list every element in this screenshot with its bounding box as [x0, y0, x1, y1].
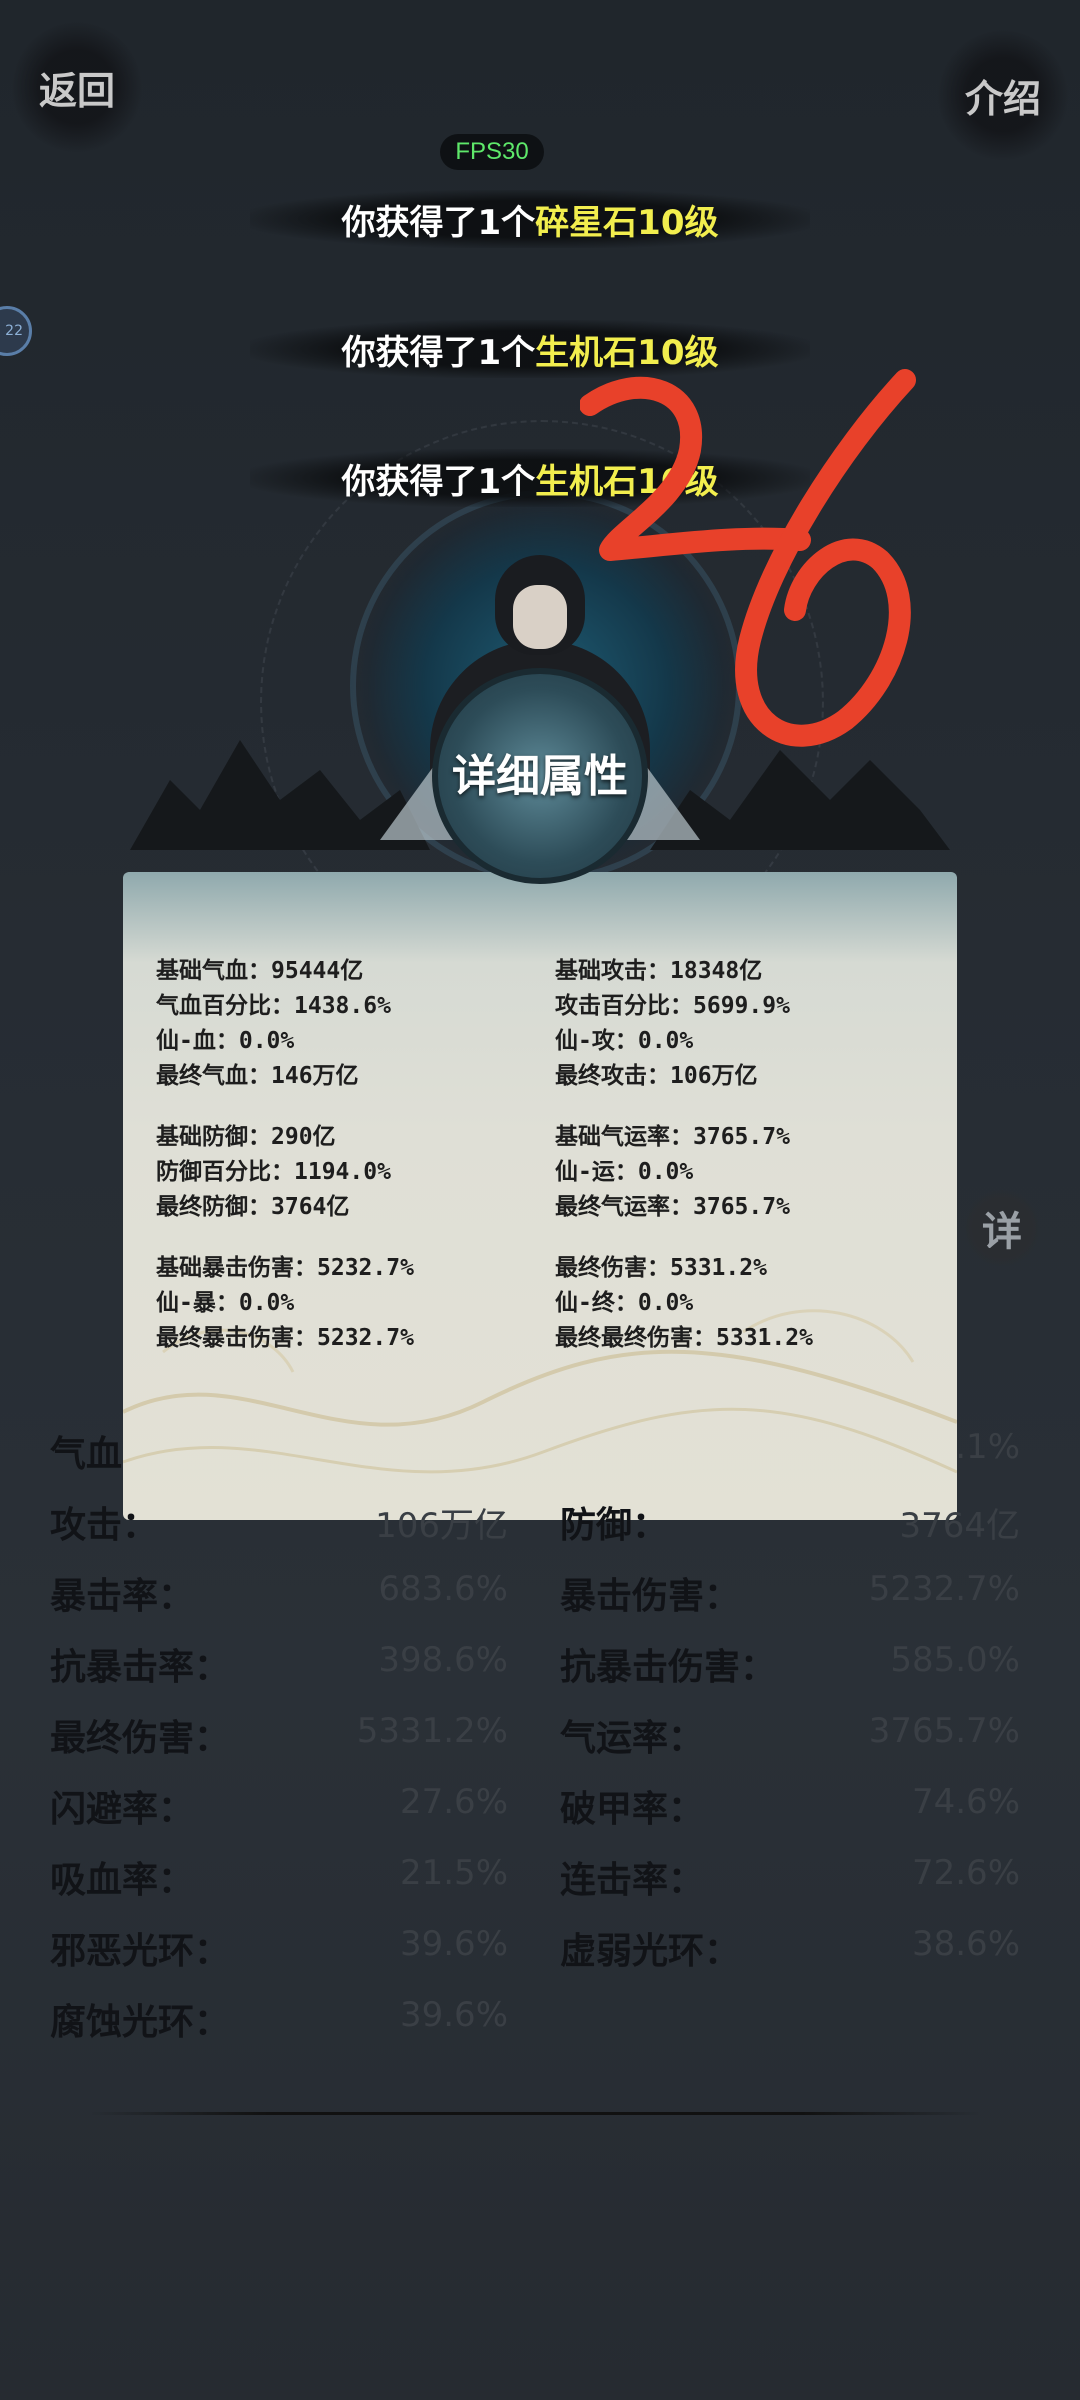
- character-face: [513, 585, 567, 649]
- fps-counter: FPS30: [440, 134, 544, 170]
- attr-line: 最终最终伤害：5331.2%: [555, 1325, 813, 1351]
- stat-label: 闪避率：: [50, 1789, 195, 1830]
- attr-line: 基础攻击：18348亿: [555, 958, 763, 984]
- stat-value: 3764亿: [899, 1506, 1020, 1546]
- stat-value: 398.6%: [378, 1640, 508, 1680]
- stat-label: 邪恶光环：: [50, 1931, 231, 1972]
- stat-label: 抗暴击伤害：: [560, 1647, 777, 1688]
- stat-label: 腐蚀光环：: [50, 2002, 231, 2043]
- attr-line: 仙-血：0.0%: [156, 1028, 295, 1054]
- stat-label: 吸血率：: [50, 1860, 195, 1901]
- attr-line: 攻击百分比：5699.9%: [555, 993, 790, 1019]
- stat-value: 5331.2%: [356, 1711, 508, 1751]
- attr-line: 最终防御：3764亿: [156, 1194, 350, 1220]
- panel-title-orb: 详细属性: [432, 668, 648, 884]
- stat-label: 最终伤害：: [50, 1718, 231, 1759]
- stat-label: 气运率：: [560, 1718, 705, 1759]
- stat-value: 74.6%: [911, 1782, 1020, 1822]
- attr-line: 最终伤害：5331.2%: [555, 1255, 767, 1281]
- stat-label: 破甲率：: [560, 1789, 705, 1830]
- attr-line: 基础气血：95444亿: [156, 958, 364, 984]
- back-button[interactable]: 返回: [12, 22, 142, 152]
- attr-line: 最终暴击伤害：5232.7%: [156, 1325, 414, 1351]
- stat-label: 连击率：: [560, 1860, 705, 1901]
- stat-label: 抗暴击率：: [50, 1647, 231, 1688]
- attr-line: 基础暴击伤害：5232.7%: [156, 1255, 414, 1281]
- stat-value: 39.6%: [399, 1924, 508, 1964]
- stat-value: 3765.7%: [868, 1711, 1020, 1751]
- stat-value: 683.6%: [378, 1569, 508, 1609]
- stat-label: 暴击伤害：: [560, 1576, 741, 1617]
- attr-line: 仙-攻：0.0%: [555, 1028, 694, 1054]
- side-chip[interactable]: 22: [0, 306, 32, 356]
- attributes-left-column: 基础气血：95444亿 气血百分比：1438.6% 仙-血：0.0% 最终气血：…: [156, 954, 536, 1382]
- stat-value: 21.5%: [399, 1853, 508, 1893]
- reward-notice: 你获得了1个 生机石10级: [250, 449, 810, 507]
- attr-line: 最终攻击：106万亿: [555, 1063, 758, 1089]
- stat-value: 106万亿: [375, 1506, 508, 1546]
- attr-line: 防御百分比：1194.0%: [156, 1159, 391, 1185]
- stat-value: 5232.7%: [868, 1569, 1020, 1609]
- detail-button[interactable]: 详: [964, 1190, 1040, 1266]
- reward-notice: 你获得了1个 生机石10级: [250, 320, 810, 378]
- attr-line: 仙-暴：0.0%: [156, 1290, 295, 1316]
- stat-label: 防御：: [560, 1505, 669, 1546]
- attr-line: 仙-终：0.0%: [555, 1290, 694, 1316]
- attr-line: 基础防御：290亿: [156, 1124, 336, 1150]
- stat-value: 38.6%: [911, 1924, 1020, 1964]
- stat-value: .1%: [955, 1427, 1020, 1467]
- stat-value: 39.6%: [399, 1995, 508, 2035]
- section-divider: [90, 2112, 980, 2115]
- attr-line: 仙-运：0.0%: [555, 1159, 694, 1185]
- stat-label: 虚弱光环：: [560, 1931, 741, 1972]
- attr-line: 最终气运率：3765.7%: [555, 1194, 790, 1220]
- stat-value: 585.0%: [890, 1640, 1020, 1680]
- stat-value: 27.6%: [399, 1782, 508, 1822]
- attr-line: 基础气运率：3765.7%: [555, 1124, 790, 1150]
- stat-value: 72.6%: [911, 1853, 1020, 1893]
- panel-title: 详细属性: [452, 751, 628, 802]
- reward-notice: 你获得了1个 碎星石10级: [250, 190, 810, 248]
- intro-button[interactable]: 介绍: [938, 30, 1068, 160]
- stat-label: 暴击率：: [50, 1576, 195, 1617]
- detail-attributes-panel: 基础气血：95444亿 气血百分比：1438.6% 仙-血：0.0% 最终气血：…: [123, 872, 957, 1520]
- stat-label: 攻击：: [50, 1505, 159, 1546]
- attr-line: 气血百分比：1438.6%: [156, 993, 391, 1019]
- attributes-right-column: 基础攻击：18348亿 攻击百分比：5699.9% 仙-攻：0.0% 最终攻击：…: [555, 954, 935, 1382]
- stat-label: 气血: [50, 1434, 123, 1475]
- attr-line: 最终气血：146万亿: [156, 1063, 359, 1089]
